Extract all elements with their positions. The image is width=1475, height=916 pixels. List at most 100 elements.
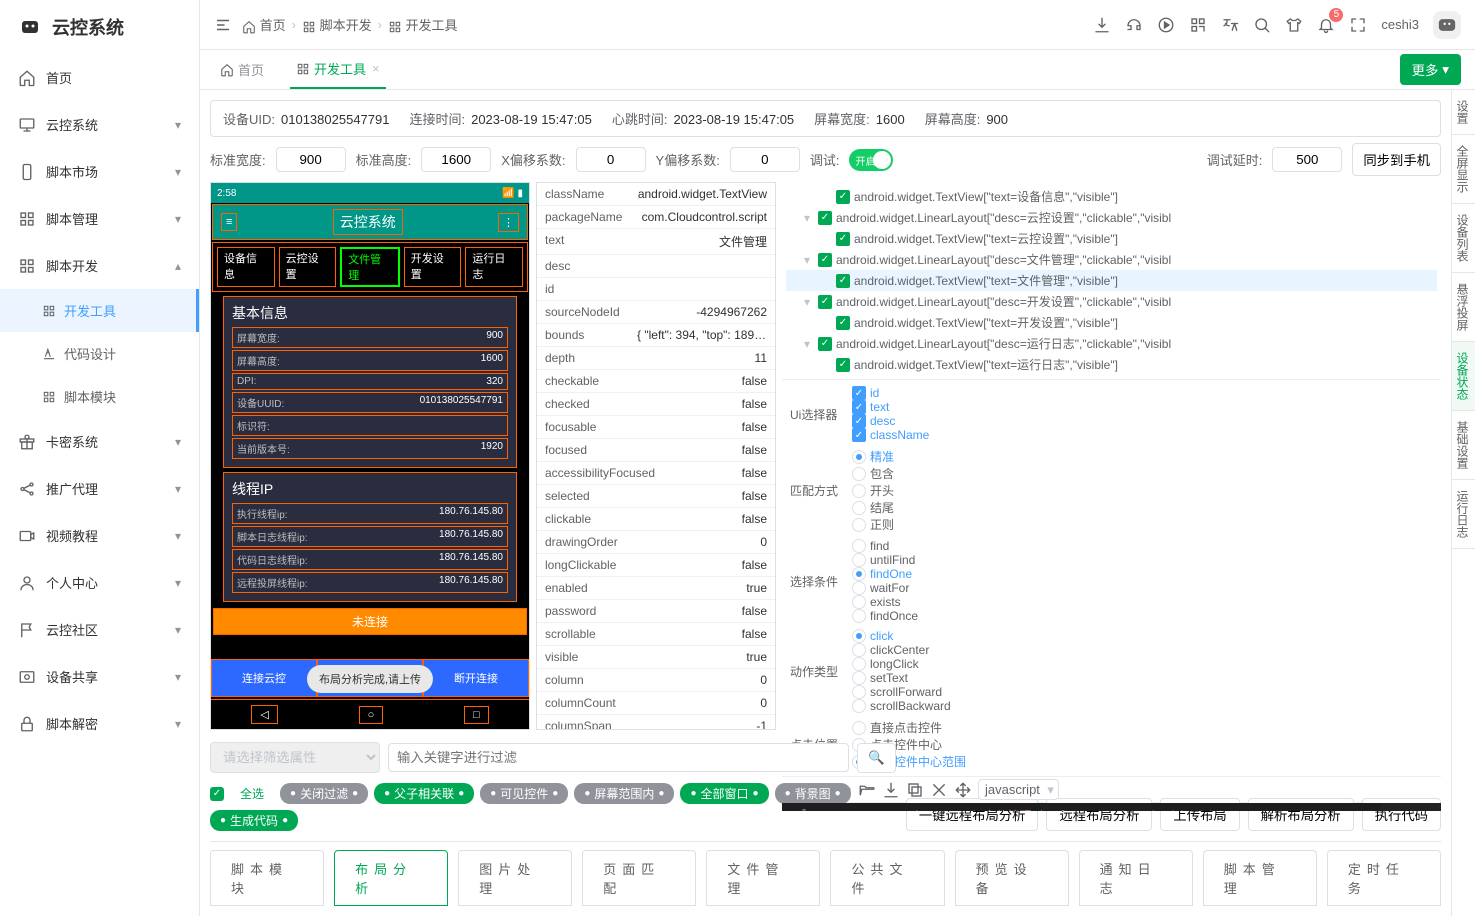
radio-直接点击控件[interactable]: 直接点击控件: [852, 719, 966, 736]
bottom-tab[interactable]: 图片处理: [458, 850, 572, 906]
language-select[interactable]: javascript: [978, 779, 1059, 800]
bottom-tab[interactable]: 预览设备: [955, 850, 1069, 906]
ui-opt-desc[interactable]: ✓desc: [852, 414, 929, 428]
radio-findOnce[interactable]: findOnce: [852, 609, 918, 623]
tree-node[interactable]: ▾✓android.widget.LinearLayout["desc=云控设置…: [786, 207, 1437, 228]
sidebar-item-视频教程[interactable]: 视频教程▾: [0, 512, 199, 559]
tree-node[interactable]: ▾✓android.widget.LinearLayout["desc=运行日志…: [786, 333, 1437, 354]
filter-tag[interactable]: ●背景图●: [775, 783, 851, 804]
tshirt-icon[interactable]: [1285, 16, 1303, 34]
tab-开发工具[interactable]: 开发工具×: [290, 51, 386, 89]
more-vert-icon[interactable]: ⋮: [498, 213, 519, 232]
bottom-tab[interactable]: 脚本模块: [210, 850, 324, 906]
filter-tag[interactable]: ●屏幕范围内●: [574, 783, 674, 804]
radio-结尾[interactable]: 结尾: [852, 499, 894, 516]
select-all-checkbox[interactable]: ✓: [210, 787, 224, 801]
bottom-tab[interactable]: 定时任务: [1327, 850, 1441, 906]
tree-node[interactable]: ✓android.widget.TextView["text=云控设置","vi…: [786, 228, 1437, 249]
tree-node[interactable]: ▾✓android.widget.LinearLayout["desc=文件管理…: [786, 249, 1437, 270]
sidebar-item-设备共享[interactable]: 设备共享▾: [0, 653, 199, 700]
x-offset-input[interactable]: [576, 147, 646, 172]
sidebar-item-卡密系统[interactable]: 卡密系统▾: [0, 418, 199, 465]
tree-checkbox[interactable]: ✓: [836, 232, 850, 246]
headset-icon[interactable]: [1125, 16, 1143, 34]
phone-tab[interactable]: 运行日志: [465, 247, 523, 287]
rail-item[interactable]: 设备列表: [1452, 204, 1475, 273]
rail-item[interactable]: 设置: [1452, 90, 1475, 135]
phone-bottom-btn[interactable]: 连接云控: [211, 659, 317, 697]
filter-tag[interactable]: ●生成代码●: [210, 810, 298, 831]
debug-delay-input[interactable]: [1272, 147, 1342, 172]
tree-node[interactable]: ▾✓android.widget.LinearLayout["desc=开发设置…: [786, 291, 1437, 312]
sync-phone-button[interactable]: 同步到手机: [1352, 143, 1441, 176]
rail-item[interactable]: 悬浮投屏: [1452, 273, 1475, 342]
y-offset-input[interactable]: [730, 147, 800, 172]
sidebar-item-脚本管理[interactable]: 脚本管理▾: [0, 195, 199, 242]
bottom-tab[interactable]: 布局分析: [334, 850, 448, 906]
sidebar-item-脚本市场[interactable]: 脚本市场▾: [0, 148, 199, 195]
tree-checkbox[interactable]: ✓: [818, 337, 832, 351]
radio-longClick[interactable]: longClick: [852, 657, 951, 671]
search-icon[interactable]: [1253, 16, 1271, 34]
radio-click[interactable]: click: [852, 629, 951, 643]
rail-item[interactable]: 设备状态: [1452, 342, 1475, 411]
tab-首页[interactable]: 首页: [214, 51, 270, 89]
filter-tag[interactable]: ●全部窗口●: [680, 783, 768, 804]
user-name[interactable]: ceshi3: [1381, 17, 1419, 32]
ui-opt-id[interactable]: ✓id: [852, 386, 929, 400]
std-height-input[interactable]: [421, 147, 491, 172]
sidebar-subitem-开发工具[interactable]: 开发工具: [0, 289, 199, 332]
tree-checkbox[interactable]: ✓: [818, 253, 832, 267]
fullscreen-icon[interactable]: [1349, 16, 1367, 34]
radio-正则[interactable]: 正则: [852, 516, 894, 533]
bottom-tab[interactable]: 文件管理: [706, 850, 820, 906]
radio-scrollForward[interactable]: scrollForward: [852, 685, 951, 699]
radio-clickCenter[interactable]: clickCenter: [852, 643, 951, 657]
tree-node[interactable]: ✓android.widget.TextView["text=运行日志","vi…: [786, 354, 1437, 375]
rail-item[interactable]: 基础设置: [1452, 411, 1475, 480]
radio-包含[interactable]: 包含: [852, 465, 894, 482]
tree-node[interactable]: ✓android.widget.TextView["text=开发设置","vi…: [786, 312, 1437, 333]
tree-checkbox[interactable]: ✓: [818, 211, 832, 225]
qrcode-icon[interactable]: [1189, 16, 1207, 34]
sidebar-subitem-脚本模块[interactable]: 脚本模块: [0, 375, 199, 418]
more-button[interactable]: 更多 ▾: [1400, 54, 1461, 85]
phone-bottom-btn[interactable]: 断开连接: [423, 659, 529, 697]
radio-waitFor[interactable]: waitFor: [852, 581, 918, 595]
collapse-icon[interactable]: [214, 16, 232, 34]
filter-tag[interactable]: ●父子相关联●: [374, 783, 474, 804]
download-icon[interactable]: [1093, 16, 1111, 34]
filter-keyword-input[interactable]: [388, 743, 849, 772]
std-width-input[interactable]: [276, 147, 346, 172]
rail-item[interactable]: 运行日志: [1452, 480, 1475, 549]
select-all-label[interactable]: 全选: [230, 783, 274, 804]
bottom-tab[interactable]: 通知日志: [1079, 850, 1193, 906]
code-editor[interactable]: 1var returned = text("文件管理").className("…: [782, 803, 1441, 811]
phone-tab[interactable]: 开发设置: [404, 247, 462, 287]
radio-exists[interactable]: exists: [852, 595, 918, 609]
phone-tab[interactable]: 设备信息: [217, 247, 275, 287]
hamburger-icon[interactable]: ≡: [221, 213, 237, 231]
close-icon[interactable]: ×: [372, 61, 380, 76]
filter-attr-select[interactable]: 请选择筛选属性: [210, 742, 380, 773]
sidebar-item-云控社区[interactable]: 云控社区▾: [0, 606, 199, 653]
tree-checkbox[interactable]: ✓: [818, 295, 832, 309]
radio-精准[interactable]: 精准: [852, 448, 894, 465]
radio-untilFind[interactable]: untilFind: [852, 553, 918, 567]
breadcrumb-item[interactable]: 开发工具: [388, 15, 458, 34]
tree-node[interactable]: ✓android.widget.TextView["text=文件管理","vi…: [786, 270, 1437, 291]
play-circle-icon[interactable]: [1157, 16, 1175, 34]
sidebar-item-脚本开发[interactable]: 脚本开发▴: [0, 242, 199, 289]
tree-checkbox[interactable]: ✓: [836, 316, 850, 330]
bottom-tab[interactable]: 页面匹配: [582, 850, 696, 906]
sidebar-item-首页[interactable]: 首页: [0, 54, 199, 101]
radio-findOne[interactable]: findOne: [852, 567, 918, 581]
tree-checkbox[interactable]: ✓: [836, 274, 850, 288]
ui-opt-className[interactable]: ✓className: [852, 428, 929, 442]
ui-opt-text[interactable]: ✓text: [852, 400, 929, 414]
breadcrumb-item[interactable]: 脚本开发: [302, 15, 372, 34]
sidebar-item-脚本解密[interactable]: 脚本解密▾: [0, 700, 199, 747]
debug-switch[interactable]: 开启: [849, 149, 893, 171]
radio-find[interactable]: find: [852, 539, 918, 553]
sidebar-item-云控系统[interactable]: 云控系统▾: [0, 101, 199, 148]
